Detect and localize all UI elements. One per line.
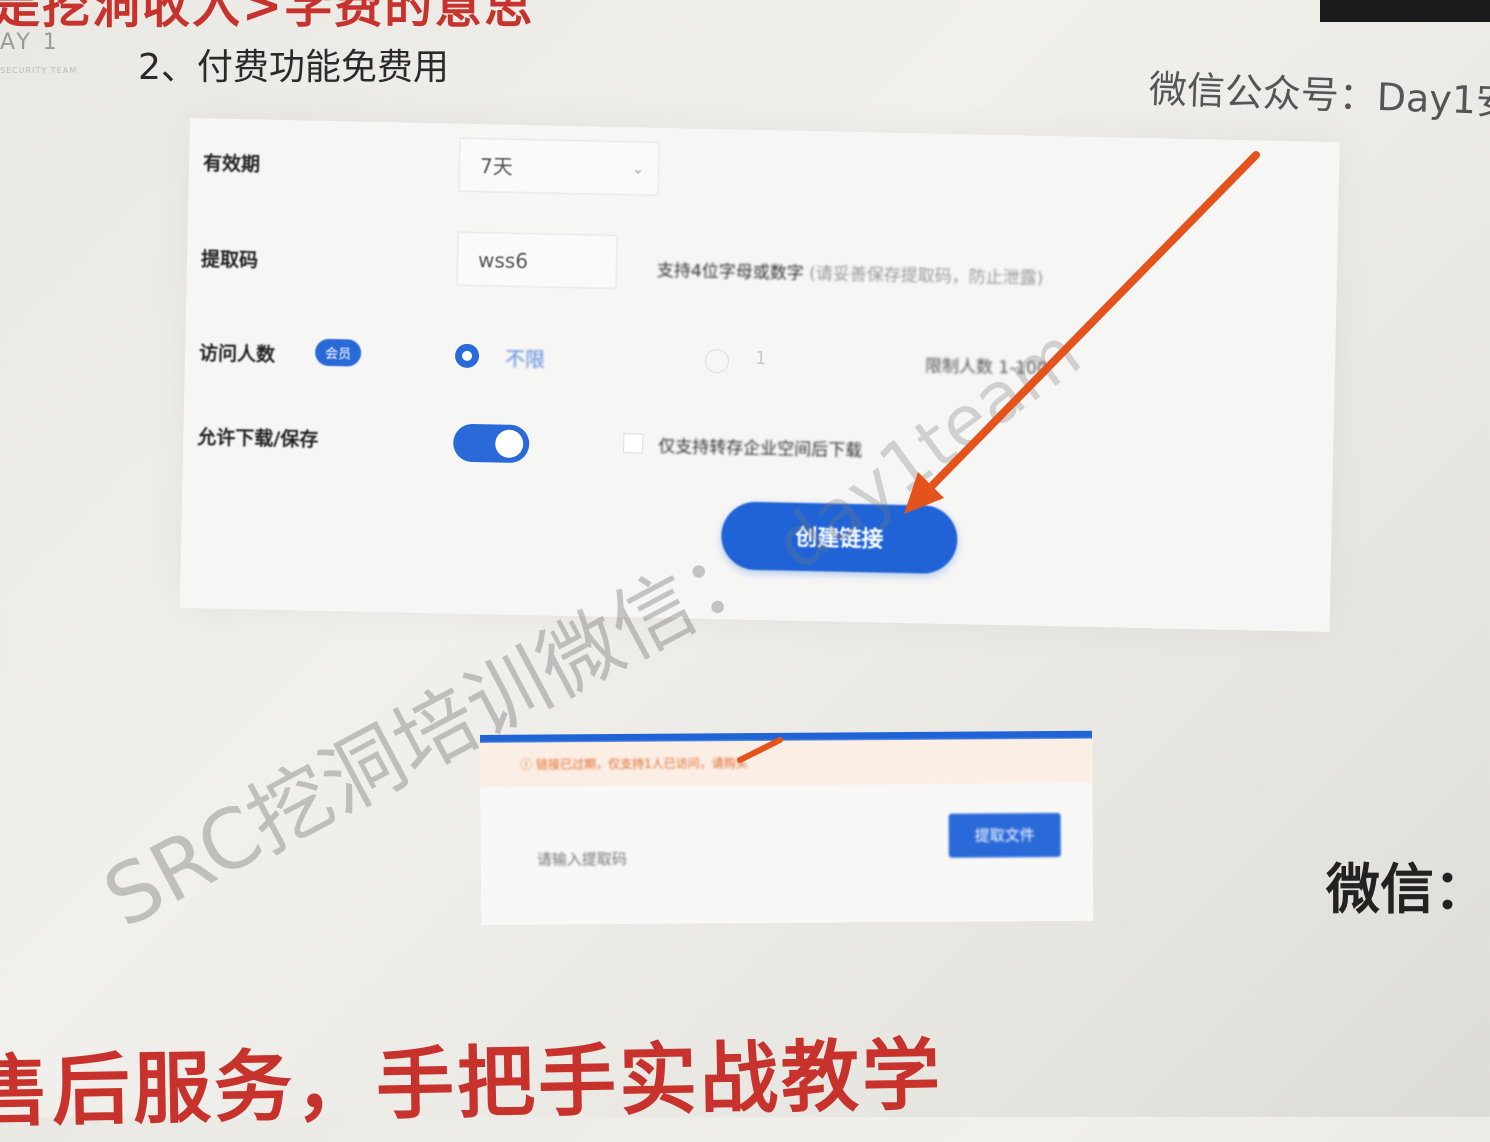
annotation-arrow	[737, 151, 1260, 763]
arrow-shaft	[914, 151, 1260, 504]
arrow-tail-mark	[737, 737, 783, 763]
